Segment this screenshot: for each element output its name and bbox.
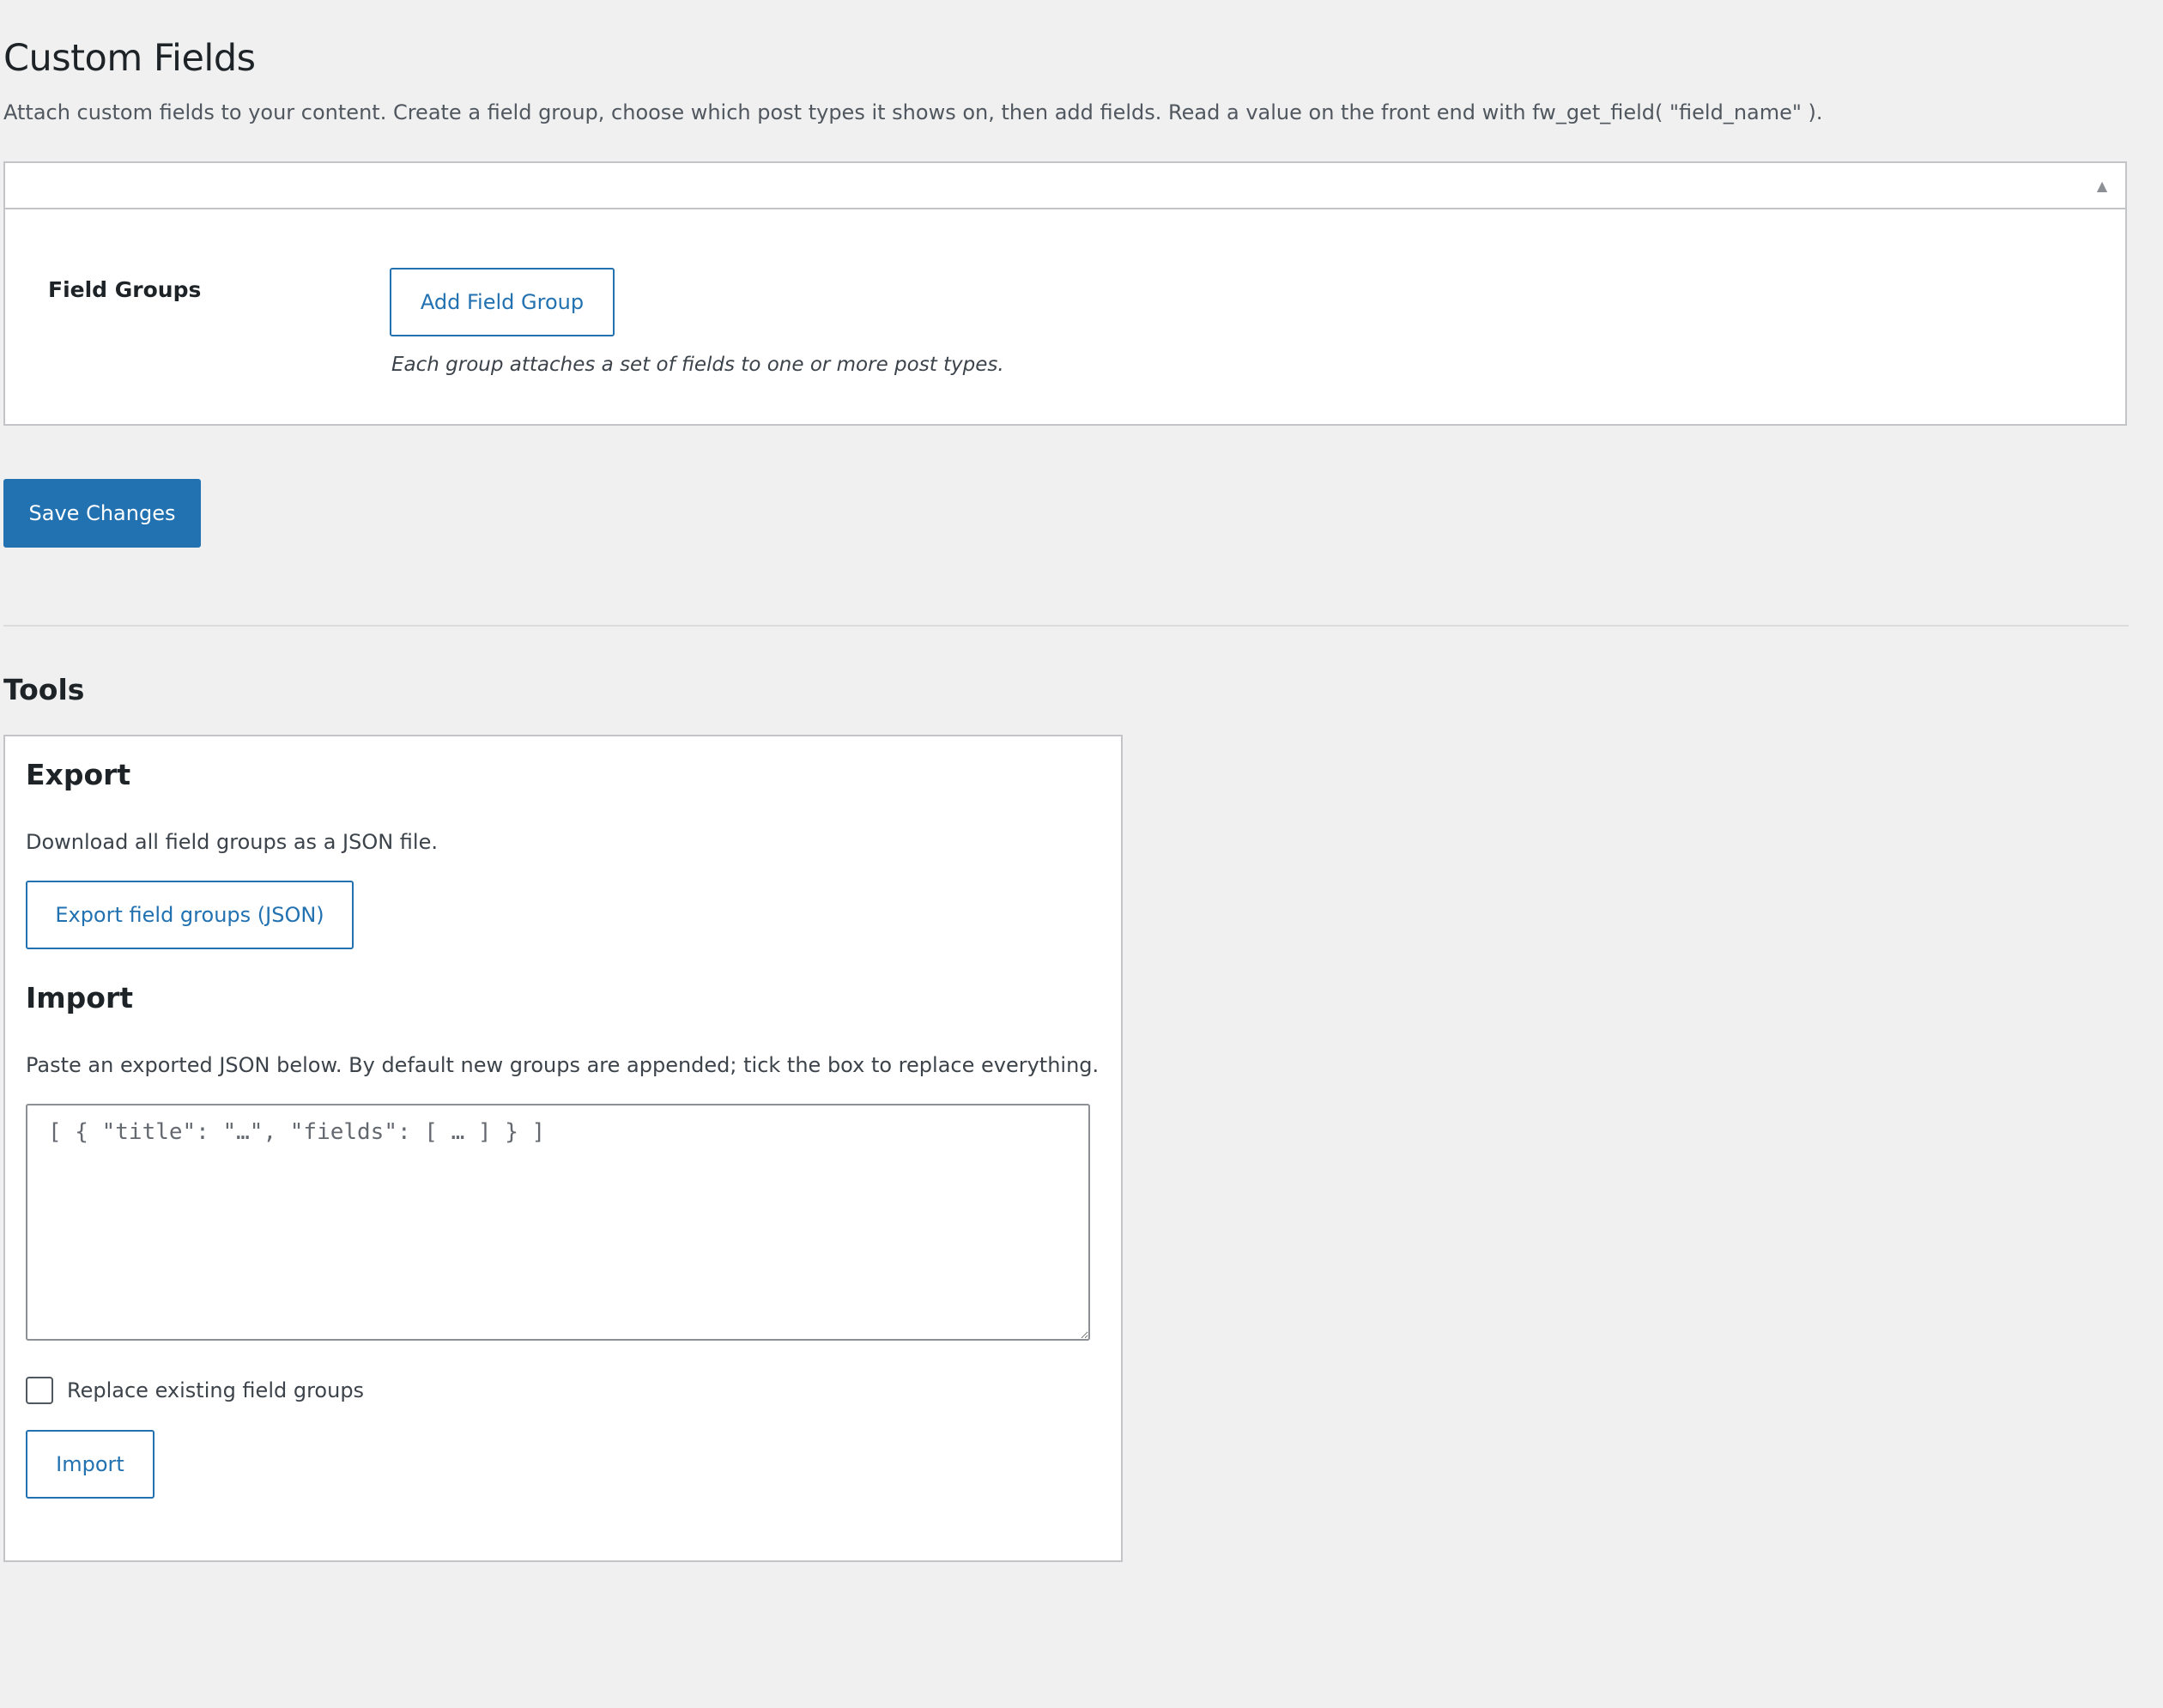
export-json-button[interactable]: Export field groups (JSON) — [26, 881, 354, 949]
panel-header: ▲ — [5, 163, 2125, 209]
field-groups-label: Field Groups — [48, 277, 202, 302]
add-field-group-button[interactable]: Add Field Group — [390, 268, 615, 336]
section-divider — [3, 625, 2129, 627]
page-title: Custom Fields — [3, 37, 256, 80]
save-changes-button[interactable]: Save Changes — [3, 479, 201, 548]
field-groups-help: Each group attaches a set of fields to o… — [391, 354, 1004, 376]
tools-heading: Tools — [3, 673, 85, 706]
triangle-up-icon: ▲ — [2096, 177, 2108, 194]
export-description: Download all field groups as a JSON file… — [26, 830, 438, 854]
page-description: Attach custom fields to your content. Cr… — [3, 100, 1823, 124]
panel-toggle-button[interactable]: ▲ — [2079, 163, 2125, 208]
replace-existing-checkbox[interactable] — [26, 1377, 53, 1404]
import-heading: Import — [26, 981, 134, 1015]
import-button[interactable]: Import — [26, 1430, 154, 1499]
export-heading: Export — [26, 758, 131, 791]
import-json-textarea[interactable] — [26, 1104, 1090, 1341]
field-groups-panel: ▲ — [3, 161, 2127, 426]
import-description: Paste an exported JSON below. By default… — [26, 1053, 1100, 1077]
replace-existing-label[interactable]: Replace existing field groups — [67, 1375, 364, 1406]
